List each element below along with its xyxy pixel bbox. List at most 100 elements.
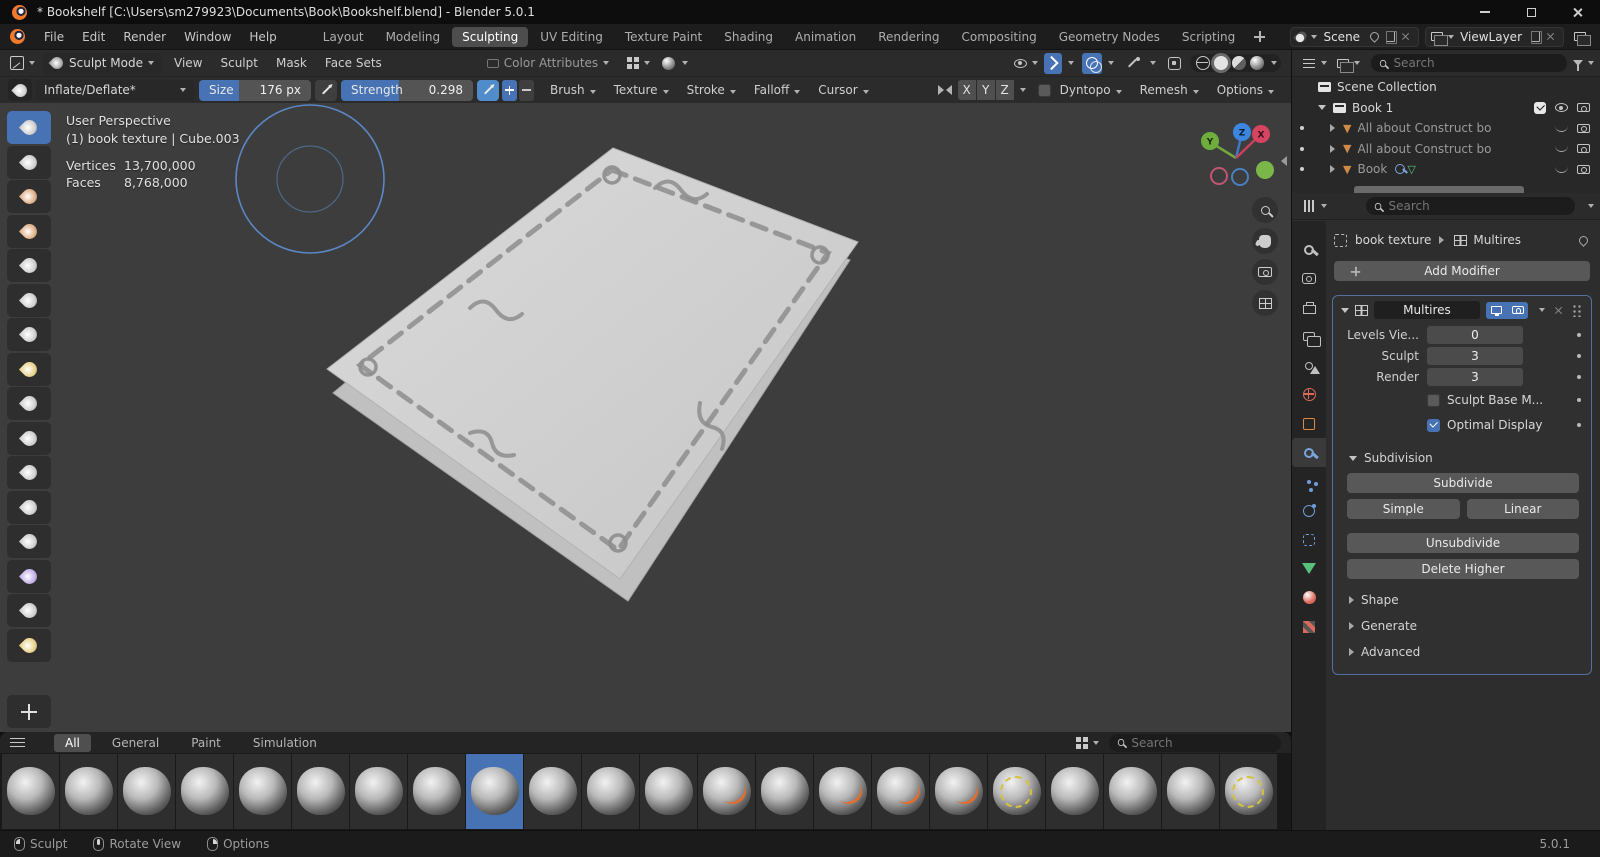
remesh-dropdown[interactable]: Remesh (1131, 83, 1208, 97)
outliner-row-object[interactable]: ▼ All about Construct bo (1292, 139, 1600, 160)
properties-tab-texture[interactable] (1292, 612, 1326, 641)
brush-thumbnail[interactable] (292, 754, 349, 829)
options-dropdown[interactable]: Options (1208, 83, 1283, 97)
sculpt-tool-button-smooth[interactable] (7, 422, 51, 455)
properties-tab-tool[interactable] (1292, 235, 1326, 264)
gizmos-dropdown[interactable] (1068, 61, 1074, 65)
hamburger-menu-icon[interactable] (10, 737, 26, 749)
brush-thumbnail[interactable] (756, 754, 813, 829)
brush-thumbnail[interactable] (2, 754, 59, 829)
add-workspace-button[interactable] (1254, 31, 1265, 42)
asset-shelf-tab[interactable]: Paint (180, 734, 232, 752)
animate-dot[interactable] (1577, 375, 1582, 380)
render-visibility-icon[interactable] (1577, 144, 1590, 153)
dyntopo-dropdown[interactable]: Dyntopo (1051, 83, 1131, 97)
properties-tab-output[interactable] (1292, 293, 1326, 322)
header-menu-item[interactable]: Sculpt (211, 56, 266, 70)
header-menu-item[interactable]: Face Sets (316, 56, 391, 70)
filter-dropdown[interactable] (1588, 61, 1594, 65)
xray-toggle[interactable] (1122, 53, 1144, 74)
workspace-tab[interactable]: Rendering (868, 27, 949, 47)
expand-icon[interactable] (1330, 145, 1335, 153)
settings-dropdown[interactable]: Stroke (678, 83, 745, 97)
workspace-tab[interactable]: Modeling (376, 27, 451, 47)
delete-higher-button[interactable]: Delete Higher (1347, 559, 1579, 579)
material-preview-button[interactable] (1232, 56, 1246, 70)
expand-icon[interactable] (1330, 124, 1335, 132)
brush-thumbnail[interactable] (408, 754, 465, 829)
sculpt-tool-button-clay-strips[interactable] (7, 215, 51, 248)
show-in-viewport-toggle[interactable] (1486, 302, 1507, 319)
brush-thumbnail[interactable] (1162, 754, 1219, 829)
properties-search[interactable] (1366, 197, 1575, 215)
settings-dropdown[interactable]: Falloff (745, 83, 809, 97)
hide-toggle-icon[interactable] (1555, 145, 1568, 152)
brush-thumbnail[interactable] (524, 754, 581, 829)
pin-icon[interactable] (1577, 234, 1590, 247)
sculpt-tool-button-inflate[interactable] (7, 318, 51, 351)
simple-button[interactable]: Simple (1347, 499, 1460, 519)
properties-options-dropdown[interactable] (1588, 204, 1594, 208)
workspace-tab[interactable]: Compositing (951, 27, 1046, 47)
add-modifier-button[interactable]: Add Modifier (1334, 261, 1590, 281)
outliner-editor-type-button[interactable] (1299, 53, 1331, 74)
show-in-render-toggle[interactable] (1507, 302, 1528, 319)
animate-dot[interactable] (1577, 333, 1582, 338)
sculpt-tool-button-fill[interactable] (7, 491, 51, 524)
brush-preview-button[interactable] (8, 79, 32, 101)
symmetry-dropdown[interactable] (1020, 88, 1026, 92)
asset-shelf-tab[interactable]: Simulation (242, 734, 328, 752)
properties-tab-constraints[interactable] (1292, 525, 1326, 554)
size-slider[interactable]: Size 176 px (199, 80, 311, 101)
outliner-search[interactable] (1371, 54, 1567, 72)
collapsed-section-header[interactable]: Advanced (1333, 639, 1591, 665)
collapse-panel-icon[interactable] (1341, 308, 1349, 313)
properties-tab-view-layer[interactable] (1292, 322, 1326, 351)
close-button[interactable] (1554, 0, 1600, 24)
asset-shelf-tab[interactable]: General (101, 734, 170, 752)
checkbox[interactable] (1427, 394, 1440, 407)
asset-shelf-tab[interactable]: All (54, 734, 91, 752)
drag-handle-icon[interactable] (1572, 304, 1583, 317)
brush-thumbnail[interactable] (930, 754, 987, 829)
sculpt-tool-button-snake-hook[interactable] (7, 629, 51, 662)
maximize-button[interactable] (1508, 0, 1554, 24)
subdivide-button[interactable]: Subdivide (1347, 473, 1579, 493)
brush-thumbnail[interactable] (1220, 754, 1277, 829)
field-value[interactable]: 3 (1427, 368, 1523, 386)
properties-tab-particles[interactable] (1292, 467, 1326, 496)
new-scene-icon[interactable] (1386, 31, 1395, 42)
brush-thumbnail[interactable] (350, 754, 407, 829)
zoom-button[interactable] (1252, 197, 1278, 223)
brush-thumbnail[interactable] (60, 754, 117, 829)
mode-selector[interactable]: Sculpt Mode (43, 53, 162, 74)
sculpt-tool-button-pinch[interactable] (7, 560, 51, 593)
scene-selector[interactable]: Scene (1290, 27, 1419, 47)
settings-dropdown[interactable]: Brush (541, 83, 605, 97)
subdivision-section-header[interactable]: Subdivision (1333, 445, 1591, 471)
linear-button[interactable]: Linear (1467, 499, 1580, 519)
brush-thumbnail[interactable] (466, 754, 523, 829)
brush-thumbnail[interactable] (640, 754, 697, 829)
workspace-tab[interactable]: Scripting (1172, 27, 1245, 47)
sculpt-tool-button-blob[interactable] (7, 353, 51, 386)
dyntopo-checkbox[interactable] (1038, 84, 1051, 97)
shading-dropdown[interactable] (1271, 61, 1277, 65)
color-attributes-dropdown[interactable]: Color Attributes (487, 56, 609, 70)
transform-tool-button[interactable] (7, 695, 51, 728)
workspace-tab[interactable]: Sculpting (452, 27, 528, 47)
brush-thumbnail[interactable] (1104, 754, 1161, 829)
navigation-gizmo[interactable]: Y Z X (1196, 118, 1288, 194)
solid-shading-button[interactable] (1214, 56, 1228, 70)
sculpt-tool-button-layer[interactable] (7, 284, 51, 317)
symmetry-axis-button[interactable]: Z (996, 80, 1014, 100)
pin-icon[interactable] (1368, 30, 1381, 43)
properties-tab-world[interactable] (1292, 380, 1326, 409)
sculpt-tool-button-clay[interactable] (7, 180, 51, 213)
display-grid-icon[interactable] (1076, 737, 1088, 749)
orthographic-toggle-button[interactable] (1252, 290, 1278, 316)
outliner-search-input[interactable] (1393, 56, 1559, 70)
outliner-row-scene-collection[interactable]: Scene Collection (1292, 77, 1600, 98)
outliner-row-object[interactable]: ▼ All about Construct bo (1292, 118, 1600, 139)
properties-search-input[interactable] (1388, 199, 1567, 213)
